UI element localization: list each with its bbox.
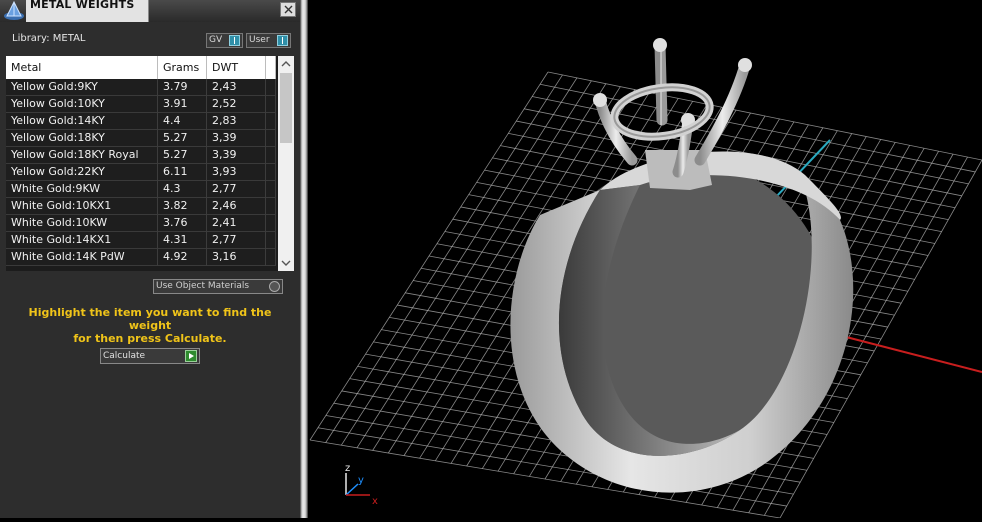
metal-cell: Yellow Gold:18KY: [6, 130, 158, 147]
axis-y-label: y: [358, 475, 364, 486]
close-button[interactable]: [280, 2, 296, 17]
table-row[interactable]: White Gold:14KX1 4.31 2,77: [6, 232, 276, 249]
metal-cell: White Gold:14K PdW: [6, 249, 158, 266]
axis-z-label: z: [345, 463, 350, 474]
table-row[interactable]: White Gold:9KW 4.3 2,77: [6, 181, 276, 198]
axis-triad-icon: z y x: [345, 463, 378, 507]
metal-cell: Yellow Gold:18KY Royal: [6, 147, 158, 164]
column-header-grams[interactable]: Grams: [158, 56, 207, 79]
metal-cell: Yellow Gold:9KY: [6, 79, 158, 96]
dwt-cell: 2,83: [207, 113, 266, 130]
metal-weights-panel: METAL WEIGHTS Library: METAL GV User Met…: [0, 0, 300, 518]
panel-title: METAL WEIGHTS: [30, 0, 135, 11]
instruction-text: Highlight the item you want to find the …: [12, 306, 288, 345]
dwt-cell: 3,16: [207, 249, 266, 266]
table-scrollbar[interactable]: [278, 56, 294, 271]
scrollbar-thumb[interactable]: [280, 73, 292, 143]
column-header-dwt[interactable]: DWT: [207, 56, 266, 79]
table-row[interactable]: White Gold:14K PdW 4.92 3,16: [6, 249, 276, 266]
gv-toggle-switch-icon: [229, 35, 240, 46]
empty-cell: [266, 130, 276, 147]
dwt-cell: 2,41: [207, 215, 266, 232]
calculate-label: Calculate: [103, 351, 146, 361]
instruction-line-2: for then press Calculate.: [73, 332, 227, 345]
panel-splitter[interactable]: [300, 0, 308, 518]
calculate-button[interactable]: Calculate: [100, 348, 200, 364]
dwt-cell: 3,39: [207, 130, 266, 147]
empty-cell: [266, 164, 276, 181]
empty-cell: [266, 113, 276, 130]
metal-cell: Yellow Gold:10KY: [6, 96, 158, 113]
table-row[interactable]: Yellow Gold:14KY 4.4 2,83: [6, 113, 276, 130]
dwt-cell: 2,77: [207, 181, 266, 198]
grams-cell: 3.82: [158, 198, 207, 215]
user-toggle[interactable]: User: [246, 33, 291, 48]
metal-cell: White Gold:14KX1: [6, 232, 158, 249]
table-row[interactable]: Yellow Gold:18KY Royal 5.27 3,39: [6, 147, 276, 164]
3d-viewport[interactable]: z y x: [308, 0, 982, 519]
metal-cell: White Gold:10KX1: [6, 198, 158, 215]
grams-cell: 3.91: [158, 96, 207, 113]
metal-cell: Yellow Gold:22KY: [6, 164, 158, 181]
grams-cell: 4.31: [158, 232, 207, 249]
empty-cell: [266, 147, 276, 164]
empty-cell: [266, 215, 276, 232]
table-body: Yellow Gold:9KY 3.79 2,43 Yellow Gold:10KY 3…: [6, 79, 276, 271]
panel-title-tab: METAL WEIGHTS: [26, 0, 149, 22]
grams-cell: 4.92: [158, 249, 207, 266]
empty-cell: [266, 181, 276, 198]
table-header: Metal Grams DWT: [6, 56, 276, 79]
metal-table: Metal Grams DWT Yellow Gold:9KY 3.79 2,43 Y…: [6, 56, 294, 271]
library-label: Library: METAL: [12, 33, 86, 44]
radio-icon: [269, 281, 280, 292]
empty-cell: [266, 198, 276, 215]
grams-cell: 6.11: [158, 164, 207, 181]
grams-cell: 5.27: [158, 130, 207, 147]
dwt-cell: 2,77: [207, 232, 266, 249]
table-row[interactable]: Yellow Gold:22KY 6.11 3,93: [6, 164, 276, 181]
use-object-materials-toggle[interactable]: Use Object Materials: [153, 279, 283, 294]
metal-cell: White Gold:10KW: [6, 215, 158, 232]
dwt-cell: 3,93: [207, 164, 266, 181]
user-toggle-switch-icon: [277, 35, 288, 46]
column-header-empty: [266, 56, 276, 79]
scroll-down-arrow-icon[interactable]: [278, 255, 294, 271]
empty-cell: [266, 79, 276, 96]
dwt-cell: 2,46: [207, 198, 266, 215]
table-row[interactable]: Yellow Gold:18KY 5.27 3,39: [6, 130, 276, 147]
ring-model: [510, 38, 854, 493]
axis-x-label: x: [372, 496, 378, 507]
user-toggle-label: User: [249, 35, 270, 45]
table-row[interactable]: Yellow Gold:10KY 3.91 2,52: [6, 96, 276, 113]
dwt-cell: 2,43: [207, 79, 266, 96]
grams-cell: 4.4: [158, 113, 207, 130]
instruction-line-1: Highlight the item you want to find the …: [28, 306, 272, 332]
grams-cell: 4.3: [158, 181, 207, 198]
gv-toggle[interactable]: GV: [206, 33, 243, 48]
dwt-cell: 3,39: [207, 147, 266, 164]
app-logo-icon: [4, 0, 24, 20]
metal-cell: White Gold:9KW: [6, 181, 158, 198]
dwt-cell: 2,52: [207, 96, 266, 113]
table-row[interactable]: Yellow Gold:9KY 3.79 2,43: [6, 79, 276, 96]
column-header-metal[interactable]: Metal: [6, 56, 158, 79]
viewport-canvas: z y x: [309, 38, 982, 519]
grams-cell: 5.27: [158, 147, 207, 164]
empty-cell: [266, 96, 276, 113]
play-arrow-icon: [185, 350, 197, 362]
table-row[interactable]: White Gold:10KW 3.76 2,41: [6, 215, 276, 232]
grams-cell: 3.76: [158, 215, 207, 232]
metal-cell: Yellow Gold:14KY: [6, 113, 158, 130]
use-object-materials-label: Use Object Materials: [156, 281, 250, 291]
empty-cell: [266, 232, 276, 249]
scroll-up-arrow-icon[interactable]: [278, 56, 294, 72]
gv-toggle-label: GV: [209, 35, 223, 45]
table-row[interactable]: White Gold:10KX1 3.82 2,46: [6, 198, 276, 215]
empty-cell: [266, 249, 276, 266]
close-icon: [284, 5, 293, 14]
panel-titlebar: METAL WEIGHTS: [0, 0, 300, 22]
grams-cell: 3.79: [158, 79, 207, 96]
